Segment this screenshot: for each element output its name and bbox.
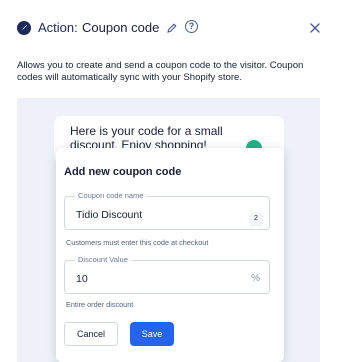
discount-value-input[interactable]: 10 xyxy=(76,273,88,285)
coupon-name-field[interactable]: Coupon code name Tidio Discount 2 xyxy=(64,191,270,230)
coupon-name-helper: Customers must enter this code at checko… xyxy=(66,238,209,247)
modal-title: Add new coupon code xyxy=(64,166,182,178)
coupon-name-input[interactable]: Tidio Discount xyxy=(76,209,142,221)
panel-header: Action: Coupon code ? xyxy=(0,0,340,52)
discount-value-label: Discount Value xyxy=(75,255,131,264)
add-coupon-modal: Add new coupon code Coupon code name Tid… xyxy=(56,148,284,362)
action-description: Allows you to create and send a coupon c… xyxy=(17,60,304,83)
action-icon xyxy=(17,21,31,35)
char-count-badge: 2 xyxy=(249,212,263,226)
coupon-name-label: Coupon code name xyxy=(75,191,147,200)
discount-value-field[interactable]: Discount Value 10 % xyxy=(64,255,270,294)
header-title-name: Coupon code xyxy=(82,20,160,35)
close-icon[interactable] xyxy=(308,21,322,35)
help-icon[interactable]: ? xyxy=(185,20,198,33)
header-title-prefix: Action: xyxy=(38,20,78,35)
save-button[interactable]: Save xyxy=(130,322,174,346)
discount-value-helper: Entire order discount xyxy=(66,300,134,309)
cancel-button[interactable]: Cancel xyxy=(64,322,118,346)
percent-unit: % xyxy=(251,273,260,284)
pencil-icon[interactable] xyxy=(166,21,178,33)
